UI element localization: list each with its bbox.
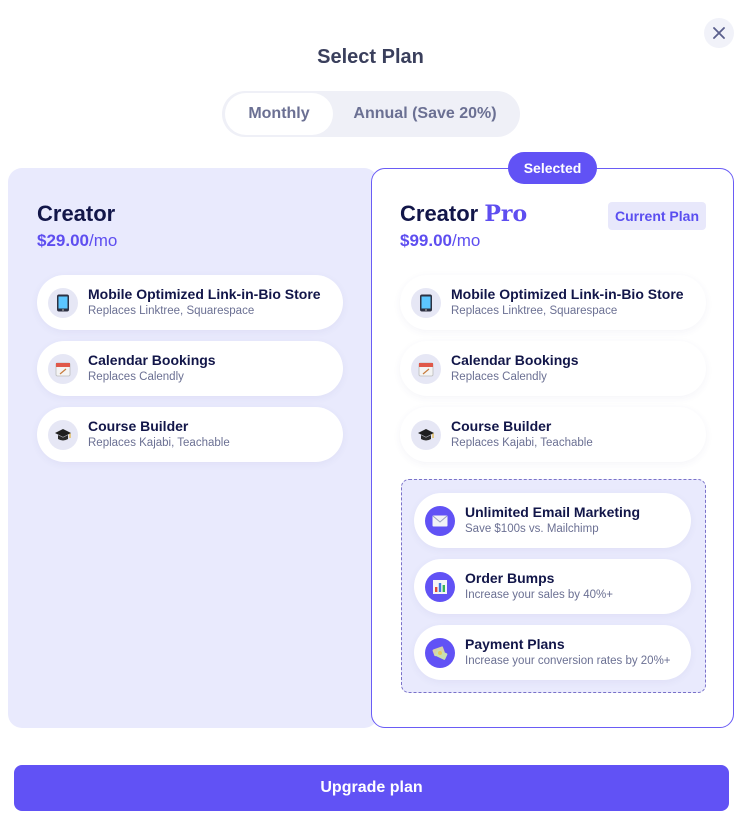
plan-price-creator-pro: $99.00/mo	[400, 231, 481, 250]
feature-subtitle: Replaces Linktree, Squarespace	[451, 305, 618, 317]
current-plan-tag: Current Plan	[608, 202, 706, 230]
feature-title: Mobile Optimized Link-in-Bio Store	[451, 286, 684, 302]
plan-name-creator-pro: Creator Pro	[400, 201, 528, 227]
envelope-icon	[425, 505, 455, 536]
feature-item: Mobile Optimized Link-in-Bio Store Repla…	[37, 275, 343, 330]
feature-title: Unlimited Email Marketing	[465, 504, 641, 520]
graduation-cap-icon	[411, 419, 441, 450]
bar-chart-icon	[425, 571, 455, 602]
feature-subtitle: Replaces Kajabi, Teachable	[451, 437, 593, 449]
feature-item: Unlimited Email Marketing Save $100s vs.…	[414, 493, 691, 548]
feature-item: Order Bumps Increase your sales by 40%+	[414, 559, 691, 614]
feature-item: Course Builder Replaces Kajabi, Teachabl…	[37, 407, 343, 462]
selected-badge: Selected	[508, 152, 597, 184]
feature-subtitle: Replaces Linktree, Squarespace	[88, 305, 255, 317]
feature-subtitle: Replaces Calendly	[88, 371, 184, 383]
feature-item: Calendar Bookings Replaces Calendly	[400, 341, 706, 396]
feature-subtitle: Save $100s vs. Mailchimp	[465, 523, 599, 535]
feature-title: Payment Plans	[465, 636, 565, 652]
toggle-monthly[interactable]: Monthly	[225, 93, 333, 135]
feature-title: Order Bumps	[465, 570, 555, 586]
money-icon	[425, 637, 455, 668]
feature-item: Payment Plans Increase your conversion r…	[414, 625, 691, 680]
feature-subtitle: Replaces Calendly	[451, 371, 547, 383]
feature-item: Calendar Bookings Replaces Calendly	[37, 341, 343, 396]
modal-title: Select Plan	[317, 46, 424, 68]
feature-title: Calendar Bookings	[451, 352, 579, 368]
toggle-annual[interactable]: Annual (Save 20%)	[333, 93, 517, 135]
close-button[interactable]	[704, 18, 734, 48]
graduation-cap-icon	[48, 419, 78, 450]
feature-subtitle: Increase your conversion rates by 20%+	[465, 655, 671, 667]
plan-price-creator: $29.00/mo	[37, 231, 118, 250]
upgrade-plan-button[interactable]: Upgrade plan	[14, 765, 729, 811]
phone-icon	[48, 287, 78, 318]
feature-subtitle: Replaces Kajabi, Teachable	[88, 437, 230, 449]
close-icon	[713, 27, 725, 39]
feature-title: Calendar Bookings	[88, 352, 216, 368]
phone-icon	[411, 287, 441, 318]
calendar-icon	[48, 353, 78, 384]
feature-item: Course Builder Replaces Kajabi, Teachabl…	[400, 407, 706, 462]
feature-title: Course Builder	[451, 418, 552, 434]
feature-item: Mobile Optimized Link-in-Bio Store Repla…	[400, 275, 706, 330]
feature-title: Course Builder	[88, 418, 189, 434]
feature-subtitle: Increase your sales by 40%+	[465, 589, 613, 601]
plan-name-creator: Creator	[37, 201, 116, 226]
calendar-icon	[411, 353, 441, 384]
billing-toggle: Monthly Annual (Save 20%)	[222, 91, 520, 137]
feature-title: Mobile Optimized Link-in-Bio Store	[88, 286, 321, 302]
